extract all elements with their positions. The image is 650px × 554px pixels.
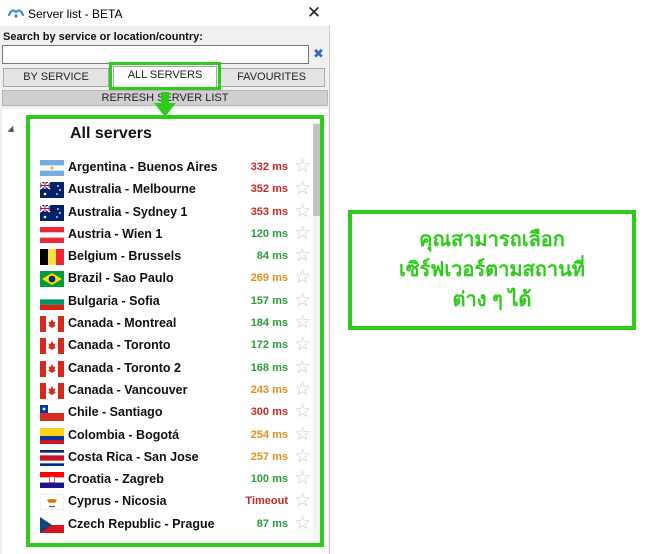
title-bar: Server list - BETA ✕	[0, 0, 330, 26]
server-list-highlight-box	[26, 115, 324, 547]
app-logo-icon	[8, 9, 24, 18]
all-servers-highlight-box	[109, 62, 221, 90]
callout-text: คุณสามารถเลือก เซิร์ฟเวอร์ตามสถานที่ ต่า…	[399, 229, 585, 311]
tab-by-service[interactable]: BY SERVICE	[3, 68, 109, 87]
tab-favourites[interactable]: FAVOURITES	[218, 68, 325, 87]
clear-search-icon[interactable]: ✖	[313, 46, 324, 62]
close-icon[interactable]: ✕	[304, 3, 324, 23]
window-title: Server list - BETA	[28, 7, 123, 21]
search-label: Search by service or location/country:	[3, 31, 203, 43]
callout-box: คุณสามารถเลือก เซิร์ฟเวอร์ตามสถานที่ ต่า…	[348, 210, 636, 330]
